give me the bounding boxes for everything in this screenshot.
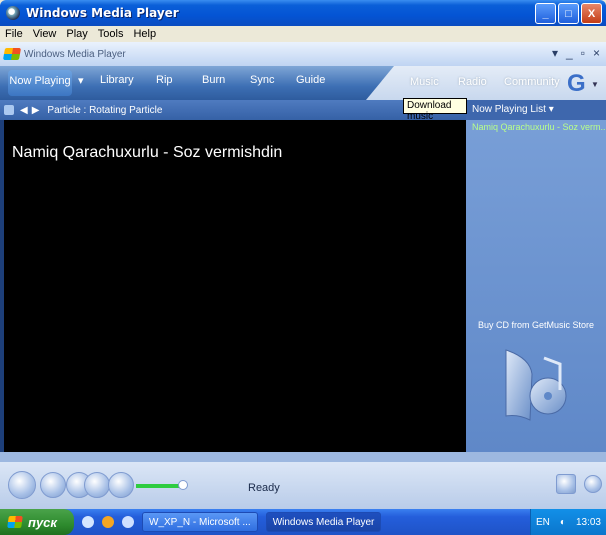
mini-mode-button[interactable] xyxy=(584,475,602,493)
language-indicator[interactable]: EN xyxy=(536,517,550,528)
mute-button[interactable] xyxy=(108,472,134,498)
tab-radio[interactable]: Radio xyxy=(458,76,487,88)
online-store-logo-icon[interactable]: G xyxy=(567,70,586,98)
player-restore-button[interactable]: ▫ xyxy=(581,46,585,60)
player-minimize-button[interactable]: _ xyxy=(566,46,573,60)
stop-button[interactable] xyxy=(40,472,66,498)
media-player-window: Windows Media Player ▾ _ ▫ × Now Playing… xyxy=(0,42,606,509)
album-art-icon xyxy=(505,349,567,421)
taskbar: пуск W_XP_N - Microsoft ... Windows Medi… xyxy=(0,509,606,535)
player-close-button[interactable]: × xyxy=(593,46,600,60)
nav-bar: Now Playing ▾ Library Rip Burn Sync Guid… xyxy=(0,66,606,100)
player-title-bar: Windows Media Player ▾ _ ▫ × xyxy=(0,42,606,66)
play-button[interactable] xyxy=(8,471,36,499)
title-bar[interactable]: Windows Media Player _ □ X xyxy=(0,0,606,26)
quicklaunch-browser-icon[interactable] xyxy=(102,516,114,528)
playlist-header[interactable]: Now Playing List ▾ xyxy=(466,100,606,120)
menu-bar: File View Play Tools Help xyxy=(0,26,606,42)
tray-icon[interactable]: ◐ xyxy=(560,517,566,528)
player-brand: Windows Media Player xyxy=(24,48,126,60)
tab-burn[interactable]: Burn xyxy=(202,74,225,86)
next-button[interactable] xyxy=(84,472,110,498)
playlist-pane: Now Playing List ▾ Namiq Qarachuxurlu - … xyxy=(466,100,606,452)
menu-tools[interactable]: Tools xyxy=(93,28,129,40)
tab-community[interactable]: Community xyxy=(504,76,560,88)
start-button[interactable]: пуск xyxy=(0,509,74,535)
seek-bar[interactable] xyxy=(0,452,606,462)
media-player-icon xyxy=(6,6,20,20)
system-tray: EN ◐ 13:03 xyxy=(530,509,606,535)
playlist-item[interactable]: Namiq Qarachuxurlu - Soz verm... xyxy=(466,120,606,134)
close-button[interactable]: X xyxy=(581,3,602,24)
tab-guide[interactable]: Guide xyxy=(296,74,325,86)
fullscreen-button[interactable] xyxy=(556,474,576,494)
maximize-button[interactable]: □ xyxy=(558,3,579,24)
menu-file[interactable]: File xyxy=(0,28,28,40)
chevron-down-icon[interactable]: ▾ xyxy=(552,46,558,60)
track-title: Namiq Qarachuxurlu - Soz vermishdin xyxy=(12,144,283,161)
tooltip: Download music xyxy=(403,98,467,122)
tab-music[interactable]: Music xyxy=(410,76,439,88)
task-media-player[interactable]: Windows Media Player xyxy=(265,512,382,532)
tab-now-playing[interactable]: Now Playing xyxy=(8,70,72,96)
buy-cd-link[interactable]: Buy CD from GetMusic Store xyxy=(466,320,606,330)
transport-controls: Ready xyxy=(0,462,606,509)
chevron-down-icon: ▾ xyxy=(548,104,554,115)
prev-visualization-icon[interactable]: ◀ xyxy=(20,105,28,116)
tab-now-playing-arrow[interactable]: ▾ xyxy=(78,74,84,87)
quicklaunch-desktop-icon[interactable] xyxy=(122,516,134,528)
volume-slider[interactable] xyxy=(136,484,182,488)
next-visualization-icon[interactable]: ▶ xyxy=(32,105,40,116)
tab-sync[interactable]: Sync xyxy=(250,74,274,86)
playlist-toggle-icon[interactable] xyxy=(4,105,14,115)
minimize-button[interactable]: _ xyxy=(535,3,556,24)
clock[interactable]: 13:03 xyxy=(576,517,601,528)
task-word[interactable]: W_XP_N - Microsoft ... xyxy=(142,512,258,532)
tab-rip[interactable]: Rip xyxy=(156,74,173,86)
tab-library[interactable]: Library xyxy=(100,74,134,86)
windows-logo-icon xyxy=(2,48,22,60)
window-title: Windows Media Player xyxy=(26,6,179,20)
visualization-bar: ◀ ▶ Particle : Rotating Particle xyxy=(0,100,468,120)
volume-knob[interactable] xyxy=(178,480,188,490)
video-area[interactable]: Namiq Qarachuxurlu - Soz vermishdin xyxy=(4,120,466,452)
windows-logo-icon xyxy=(7,516,23,528)
menu-play[interactable]: Play xyxy=(61,28,92,40)
chevron-down-icon[interactable]: ▼ xyxy=(591,80,599,89)
menu-view[interactable]: View xyxy=(28,28,62,40)
menu-help[interactable]: Help xyxy=(128,28,161,40)
quicklaunch-media-icon[interactable] xyxy=(82,516,94,528)
status-text: Ready xyxy=(248,482,280,494)
visualization-name: Particle : Rotating Particle xyxy=(47,104,163,116)
